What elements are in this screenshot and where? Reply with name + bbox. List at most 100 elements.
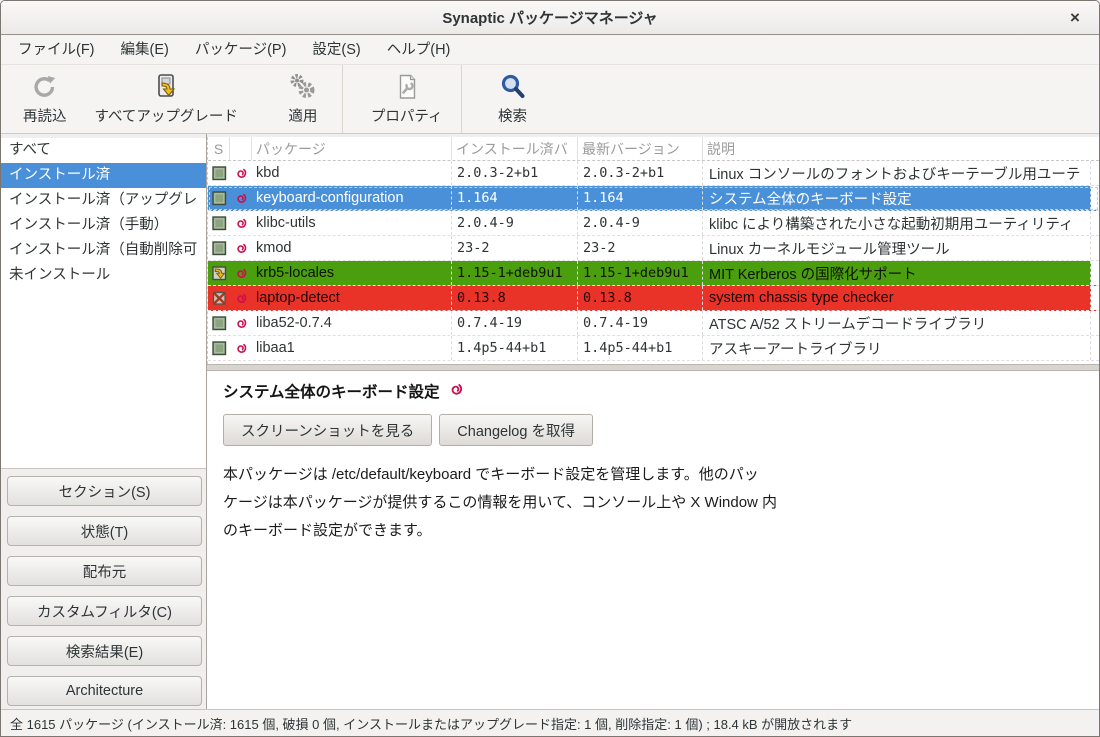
status-cell[interactable] bbox=[208, 161, 230, 185]
package-detail-title: システム全体のキーボード設定 bbox=[223, 380, 440, 402]
status-remove-icon bbox=[212, 291, 227, 306]
content-area: すべて インストール済 インストール済（アップグレ インストール済（手動） イン… bbox=[1, 134, 1099, 709]
status-cell[interactable] bbox=[208, 286, 230, 310]
scrollbar-trough[interactable] bbox=[1091, 137, 1099, 160]
table-row[interactable]: kmod 23-2 23-2 Linux カーネルモジュール管理ツール bbox=[208, 236, 1099, 261]
filter-item-installed-autoremovable[interactable]: インストール済（自動削除可 bbox=[1, 238, 206, 263]
sections-button[interactable]: セクション(S) bbox=[7, 476, 202, 506]
status-installed-icon bbox=[212, 216, 227, 231]
scrollbar-trough[interactable] bbox=[1091, 261, 1099, 285]
status-installed-icon bbox=[212, 241, 227, 256]
package-name: liba52-0.7.4 bbox=[252, 311, 452, 335]
scrollbar-trough[interactable] bbox=[1091, 336, 1099, 360]
installed-version: 1.164 bbox=[452, 186, 578, 210]
package-description: klibc により構築された小さな起動初期用ユーティリティ bbox=[703, 211, 1091, 235]
column-header-status[interactable]: S bbox=[208, 137, 230, 160]
table-row[interactable]: klibc-utils 2.0.4-9 2.0.4-9 klibc により構築さ… bbox=[208, 211, 1099, 236]
details-pane: システム全体のキーボード設定 スクリーンショットを見る Changelog を取… bbox=[207, 371, 1099, 709]
filter-item-installed[interactable]: インストール済 bbox=[1, 163, 206, 188]
origin-button[interactable]: 配布元 bbox=[7, 556, 202, 586]
upgrade-all-label: すべてアップグレード bbox=[95, 105, 238, 126]
package-name: krb5-locales bbox=[252, 261, 452, 285]
latest-version: 23-2 bbox=[578, 236, 703, 260]
filter-item-installed-upgradable[interactable]: インストール済（アップグレ bbox=[1, 188, 206, 213]
toolbar-separator bbox=[461, 65, 462, 133]
column-header-icon[interactable] bbox=[230, 137, 252, 160]
table-row[interactable]: liba52-0.7.4 0.7.4-19 0.7.4-19 ATSC A/52… bbox=[208, 311, 1099, 336]
sidebar: すべて インストール済 インストール済（アップグレ インストール済（手動） イン… bbox=[1, 134, 207, 709]
toolbar-separator bbox=[342, 65, 343, 133]
pane-splitter[interactable] bbox=[207, 364, 1099, 371]
table-row[interactable]: keyboard-configuration 1.164 1.164 システム全… bbox=[208, 186, 1099, 211]
column-header-description[interactable]: 説明 bbox=[703, 137, 1091, 160]
debian-swirl-icon bbox=[230, 161, 252, 185]
package-name: kbd bbox=[252, 161, 452, 185]
status-installed-icon bbox=[212, 191, 227, 206]
apply-button[interactable]: 適用 bbox=[268, 65, 338, 133]
scrollbar-trough[interactable] bbox=[1091, 161, 1099, 185]
get-changelog-button[interactable]: Changelog を取得 bbox=[439, 414, 593, 446]
filter-item-not-installed[interactable]: 未インストール bbox=[1, 263, 206, 288]
scrollbar-trough[interactable] bbox=[1091, 211, 1099, 235]
status-cell[interactable] bbox=[208, 261, 230, 285]
latest-version: 1.15-1+deb9u1 bbox=[578, 261, 703, 285]
status-upgrade-icon bbox=[212, 266, 227, 281]
column-header-package[interactable]: パッケージ bbox=[252, 137, 452, 160]
table-row[interactable]: libaa1 1.4p5-44+b1 1.4p5-44+b1 アスキーアートライ… bbox=[208, 336, 1099, 361]
statusbar: 全 1615 パッケージ (インストール済: 1615 個, 破損 0 個, イ… bbox=[1, 709, 1099, 736]
column-header-latest-version[interactable]: 最新バージョン bbox=[578, 137, 703, 160]
sidebar-buttons: セクション(S) 状態(T) 配布元 カスタムフィルタ(C) 検索結果(E) A… bbox=[1, 476, 206, 706]
search-results-button[interactable]: 検索結果(E) bbox=[7, 636, 202, 666]
table-row[interactable]: krb5-locales 1.15-1+deb9u1 1.15-1+deb9u1… bbox=[208, 261, 1099, 286]
filter-item-installed-manual[interactable]: インストール済（手動） bbox=[1, 213, 206, 238]
package-description: MIT Kerberos の国際化サポート bbox=[703, 261, 1091, 285]
scrollbar-trough[interactable] bbox=[1091, 236, 1099, 260]
menu-help[interactable]: ヘルプ(H) bbox=[374, 35, 464, 65]
close-icon[interactable]: × bbox=[1063, 1, 1087, 34]
installed-version: 0.7.4-19 bbox=[452, 311, 578, 335]
table-row[interactable]: kbd 2.0.3-2+b1 2.0.3-2+b1 Linux コンソールのフォ… bbox=[208, 161, 1099, 186]
package-name: laptop-detect bbox=[252, 286, 452, 310]
reload-button[interactable]: 再読込 bbox=[9, 65, 81, 133]
installed-version: 0.13.8 bbox=[452, 286, 578, 310]
debian-swirl-icon bbox=[230, 286, 252, 310]
menu-package[interactable]: パッケージ(P) bbox=[182, 35, 300, 65]
package-description: system chassis type checker bbox=[703, 286, 1091, 310]
custom-filters-button[interactable]: カスタムフィルタ(C) bbox=[7, 596, 202, 626]
status-summary: 全 1615 パッケージ (インストール済: 1615 個, 破損 0 個, イ… bbox=[10, 714, 852, 733]
installed-version: 2.0.4-9 bbox=[452, 211, 578, 235]
search-button[interactable]: 検索 bbox=[478, 65, 548, 133]
status-cell[interactable] bbox=[208, 236, 230, 260]
properties-button[interactable]: プロパティ bbox=[357, 65, 457, 133]
status-installed-icon bbox=[212, 166, 227, 181]
menu-file[interactable]: ファイル(F) bbox=[5, 35, 108, 65]
status-cell[interactable] bbox=[208, 336, 230, 360]
upgrade-all-button[interactable]: すべてアップグレード bbox=[81, 65, 252, 133]
menu-edit[interactable]: 編集(E) bbox=[108, 35, 182, 65]
status-button[interactable]: 状態(T) bbox=[7, 516, 202, 546]
status-cell[interactable] bbox=[208, 186, 230, 210]
latest-version: 2.0.3-2+b1 bbox=[578, 161, 703, 185]
table-row[interactable]: laptop-detect 0.13.8 0.13.8 system chass… bbox=[208, 286, 1099, 311]
filter-item-all[interactable]: すべて bbox=[1, 138, 206, 163]
scrollbar-trough[interactable] bbox=[1091, 311, 1099, 335]
status-installed-icon bbox=[212, 316, 227, 331]
column-header-installed-version[interactable]: インストール済バ bbox=[452, 137, 578, 160]
view-screenshot-button[interactable]: スクリーンショットを見る bbox=[223, 414, 432, 446]
debian-swirl-icon bbox=[230, 336, 252, 360]
package-description: ATSC A/52 ストリームデコードライブラリ bbox=[703, 311, 1091, 335]
menu-settings[interactable]: 設定(S) bbox=[299, 35, 373, 65]
package-description: システム全体のキーボード設定 bbox=[703, 186, 1091, 210]
titlebar[interactable]: Synaptic パッケージマネージャ × bbox=[1, 1, 1099, 35]
scrollbar-trough[interactable] bbox=[1091, 186, 1099, 210]
status-cell[interactable] bbox=[208, 311, 230, 335]
apply-label: 適用 bbox=[288, 105, 317, 126]
installed-version: 1.4p5-44+b1 bbox=[452, 336, 578, 360]
architecture-button[interactable]: Architecture bbox=[7, 676, 202, 706]
reload-icon bbox=[31, 72, 59, 102]
installed-version: 23-2 bbox=[452, 236, 578, 260]
package-description: Linux カーネルモジュール管理ツール bbox=[703, 236, 1091, 260]
latest-version: 0.13.8 bbox=[578, 286, 703, 310]
scrollbar-trough[interactable] bbox=[1091, 286, 1099, 310]
status-cell[interactable] bbox=[208, 211, 230, 235]
